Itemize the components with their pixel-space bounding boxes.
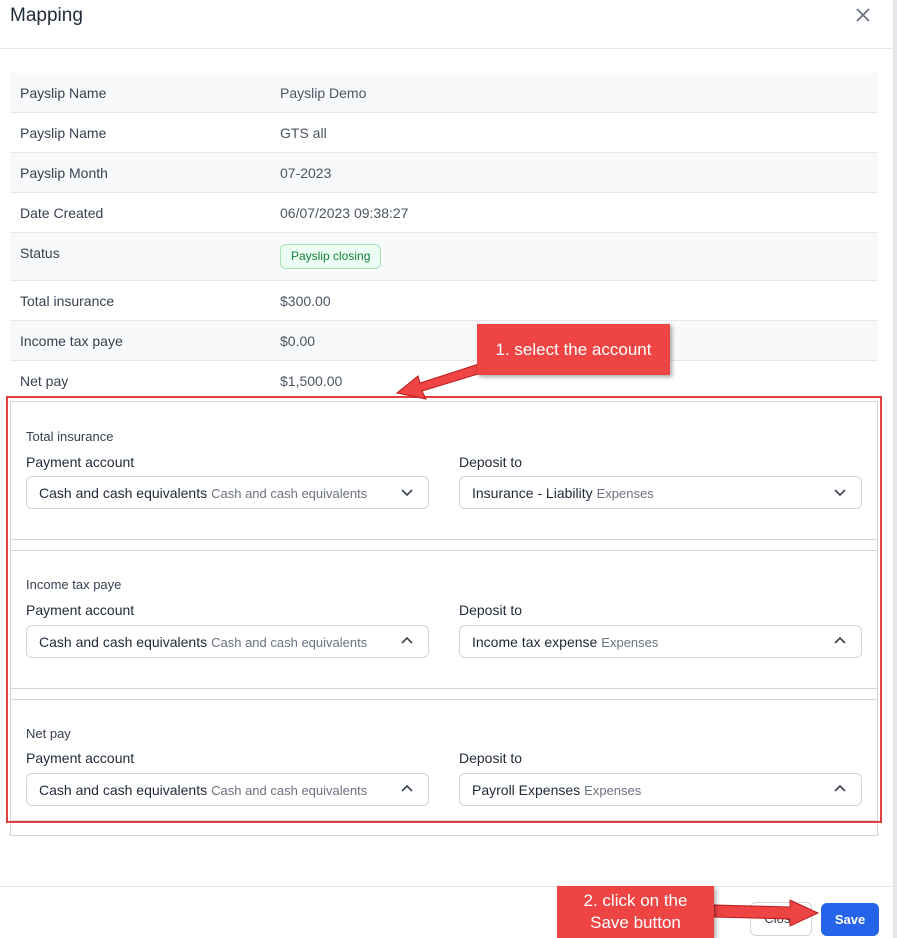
chevron-up-icon bbox=[834, 636, 846, 644]
select-value: Insurance - Liability bbox=[472, 485, 593, 501]
dialog-title: Mapping bbox=[10, 5, 83, 26]
deposit-to-label: Deposit to bbox=[459, 602, 523, 618]
chevron-up-icon bbox=[401, 636, 413, 644]
select-subtext: Cash and cash equivalents bbox=[211, 486, 368, 501]
section-title: Net pay bbox=[26, 726, 71, 741]
annotation-callout-step2: 2. click on the Save button bbox=[557, 886, 714, 938]
mapping-section-total-insurance: Total insurance Payment account Deposit … bbox=[10, 401, 878, 540]
info-value: $1,500.00 bbox=[280, 373, 343, 389]
info-label: Status bbox=[20, 245, 60, 261]
payment-account-select[interactable]: Cash and cash equivalents Cash and cash e… bbox=[26, 625, 429, 658]
select-subtext: Expenses bbox=[596, 486, 654, 501]
info-value: 06/07/2023 09:38:27 bbox=[280, 205, 409, 221]
select-value: Payroll Expenses bbox=[472, 782, 581, 798]
chevron-down-icon bbox=[401, 489, 413, 497]
info-value: Payslip Demo bbox=[280, 85, 367, 101]
info-label: Total insurance bbox=[20, 293, 115, 309]
payment-account-label: Payment account bbox=[26, 454, 135, 470]
info-value: 07-2023 bbox=[280, 165, 332, 181]
info-row: Payslip Name Payslip Demo bbox=[10, 73, 878, 113]
close-button[interactable]: Close bbox=[750, 902, 812, 936]
info-label: Payslip Name bbox=[20, 85, 107, 101]
info-value: $300.00 bbox=[280, 293, 331, 309]
info-label: Date Created bbox=[20, 205, 104, 221]
payment-account-label: Payment account bbox=[26, 750, 135, 766]
info-row: Date Created 06/07/2023 09:38:27 bbox=[10, 193, 878, 233]
mapping-section-net-pay: Net pay Payment account Deposit to Cash … bbox=[10, 699, 878, 821]
chevron-up-icon bbox=[834, 784, 846, 792]
select-value: Cash and cash equivalents bbox=[39, 634, 208, 650]
info-label: Payslip Name bbox=[20, 125, 107, 141]
payment-account-select[interactable]: Cash and cash equivalents Cash and cash e… bbox=[26, 476, 429, 509]
select-value: Cash and cash equivalents bbox=[39, 485, 208, 501]
mapping-section-income-tax: Income tax paye Payment account Deposit … bbox=[10, 550, 878, 689]
info-label: Income tax paye bbox=[20, 333, 123, 349]
info-row: Total insurance $300.00 bbox=[10, 281, 878, 321]
info-row: Income tax paye $0.00 bbox=[10, 321, 878, 361]
callout-line: 2. click on the bbox=[583, 891, 688, 910]
save-button[interactable]: Save bbox=[821, 903, 879, 936]
close-icon[interactable] bbox=[853, 5, 873, 25]
chevron-down-icon bbox=[834, 489, 846, 497]
info-value: $0.00 bbox=[280, 333, 316, 349]
info-row: Payslip Name GTS all bbox=[10, 113, 878, 153]
info-label: Payslip Month bbox=[20, 165, 108, 181]
payment-account-label: Payment account bbox=[26, 602, 135, 618]
section-title: Income tax paye bbox=[26, 577, 122, 592]
payslip-info-table: Payslip Name Payslip Demo Payslip Name G… bbox=[10, 73, 878, 401]
select-value: Cash and cash equivalents bbox=[39, 782, 208, 798]
deposit-to-select[interactable]: Payroll Expenses Expenses bbox=[459, 773, 862, 806]
section-title: Total insurance bbox=[26, 429, 114, 444]
deposit-to-label: Deposit to bbox=[459, 750, 523, 766]
scrollbar[interactable] bbox=[893, 0, 897, 938]
info-row: Net pay $1,500.00 bbox=[10, 361, 878, 401]
callout-line: Save button bbox=[590, 913, 681, 932]
select-subtext: Expenses bbox=[584, 783, 642, 798]
deposit-to-select[interactable]: Insurance - Liability Expenses bbox=[459, 476, 862, 509]
info-value: GTS all bbox=[280, 125, 327, 141]
status-badge: Payslip closing bbox=[280, 244, 382, 269]
deposit-to-label: Deposit to bbox=[459, 454, 523, 470]
info-row: Status Payslip closing bbox=[10, 233, 878, 281]
deposit-to-select[interactable]: Income tax expense Expenses bbox=[459, 625, 862, 658]
payment-account-select[interactable]: Cash and cash equivalents Cash and cash e… bbox=[26, 773, 429, 806]
dialog-header: Mapping bbox=[0, 0, 893, 49]
select-subtext: Expenses bbox=[601, 635, 659, 650]
info-label: Net pay bbox=[20, 373, 69, 389]
info-row: Payslip Month 07-2023 bbox=[10, 153, 878, 193]
select-value: Income tax expense bbox=[472, 634, 598, 650]
select-subtext: Cash and cash equivalents bbox=[211, 783, 368, 798]
chevron-up-icon bbox=[401, 784, 413, 792]
annotation-callout-step1: 1. select the account bbox=[477, 324, 670, 375]
select-subtext: Cash and cash equivalents bbox=[211, 635, 368, 650]
